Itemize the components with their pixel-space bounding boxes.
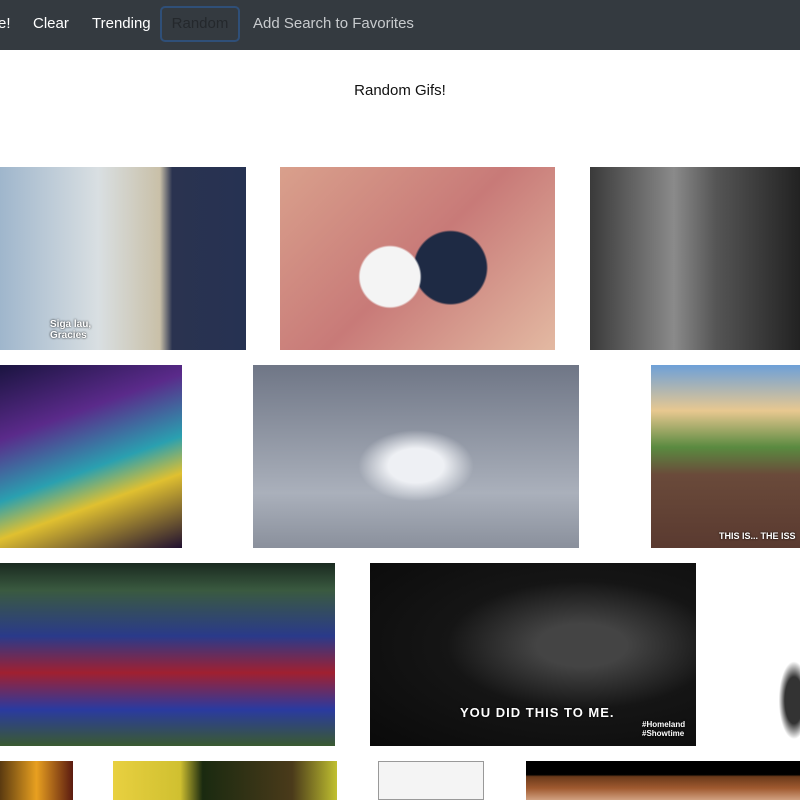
gif-image[interactable] [0, 563, 335, 746]
navbar: e! Clear Trending Random Add Search to F… [0, 0, 800, 50]
gif-image[interactable] [526, 761, 800, 800]
gif-image[interactable] [740, 563, 800, 746]
gif-image[interactable] [378, 761, 484, 800]
gif-image[interactable] [0, 761, 73, 800]
gif-image[interactable]: YOU DID THIS TO ME. #Homeland #Showtime [370, 563, 696, 746]
gif-image[interactable] [0, 365, 182, 548]
nav-random[interactable]: Random [160, 6, 240, 42]
page-title: Random Gifs! [354, 82, 446, 99]
gif-image[interactable]: THIS IS... THE ISS [651, 365, 800, 548]
gif-image[interactable] [113, 761, 337, 800]
nav-clear[interactable]: Clear [33, 15, 69, 32]
gif-image[interactable] [590, 167, 800, 350]
nav-trending[interactable]: Trending [92, 15, 151, 32]
gif-image[interactable] [280, 167, 555, 350]
nav-search-button[interactable]: e! [0, 15, 11, 32]
gif-image[interactable]: Siga lau, Gracies [0, 167, 246, 350]
gif-image[interactable] [253, 365, 579, 548]
nav-add-favorites[interactable]: Add Search to Favorites [253, 15, 414, 32]
